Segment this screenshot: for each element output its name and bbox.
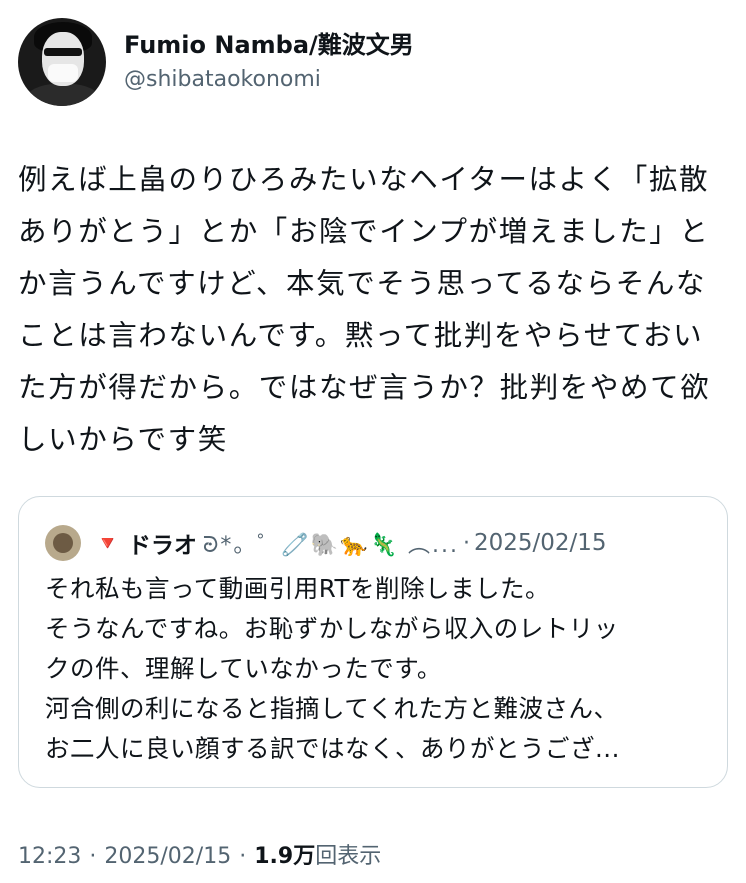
avatar-body-shape	[26, 84, 100, 106]
separator-dot: ·	[462, 530, 470, 556]
quoted-text-line: それ私も言って動画引用RTを削除しました。	[45, 574, 550, 603]
quoted-tweet-date[interactable]: 2025/02/15	[474, 530, 607, 556]
author-display-name[interactable]: Fumio Namba/難波文男	[124, 29, 414, 61]
author-handle[interactable]: @shibataokonomi	[124, 65, 414, 95]
quoted-author-name-decorations: ᘒ*。゜🧷🐘🐆🦎 ︵...	[202, 533, 459, 558]
views-count[interactable]: 1.9万	[254, 838, 315, 870]
quoted-text-line: 河合側の利になると指摘してくれた方と難波さん、	[45, 694, 619, 723]
quoted-tweet-text: それ私も言って動画引用RTを削除しました。 そうなんですね。お恥ずかしながら収入…	[45, 569, 705, 769]
avatar-mask-shape	[48, 64, 78, 82]
tweet-time[interactable]: 12:23	[18, 844, 81, 869]
separator-dot: ·	[89, 844, 97, 869]
author-names: Fumio Namba/難波文男 @shibataokonomi	[124, 29, 414, 95]
quoted-author-avatar[interactable]	[45, 525, 81, 561]
tweet-meta: 12:23 · 2025/02/15 · 1.9万 回表示	[18, 838, 381, 870]
quoted-tweet[interactable]: 🔻 ドラオ ᘒ*。゜🧷🐘🐆🦎 ︵... · 2025/02/15 それ私も言って…	[18, 496, 728, 788]
quoted-tweet-header: 🔻 ドラオ ᘒ*。゜🧷🐘🐆🦎 ︵... · 2025/02/15	[45, 525, 705, 561]
tweet-text: 例えば上畠のりひろみたいなヘイターはよく「拡散ありがとう」とか「お陰でインプが増…	[18, 163, 711, 456]
avatar-glasses-shape	[44, 48, 82, 56]
separator-dot: ·	[239, 844, 247, 869]
author-avatar[interactable]	[18, 18, 106, 106]
views-label: 回表示	[315, 844, 382, 869]
red-triangle-icon: 🔻	[95, 531, 120, 555]
quoted-text-line: そうなんですね。お恥ずかしながら収入のレトリッ	[45, 614, 619, 643]
quoted-text-line: クの件、理解していなかったです。	[45, 654, 442, 683]
quoted-author-name[interactable]: ドラオ	[128, 526, 197, 560]
quoted-text-line: お二人に良い顔する訳ではなく、ありがとうござ...	[45, 734, 620, 763]
tweet-date[interactable]: 2025/02/15	[104, 844, 231, 869]
tweet-header: Fumio Namba/難波文男 @shibataokonomi	[18, 16, 414, 108]
